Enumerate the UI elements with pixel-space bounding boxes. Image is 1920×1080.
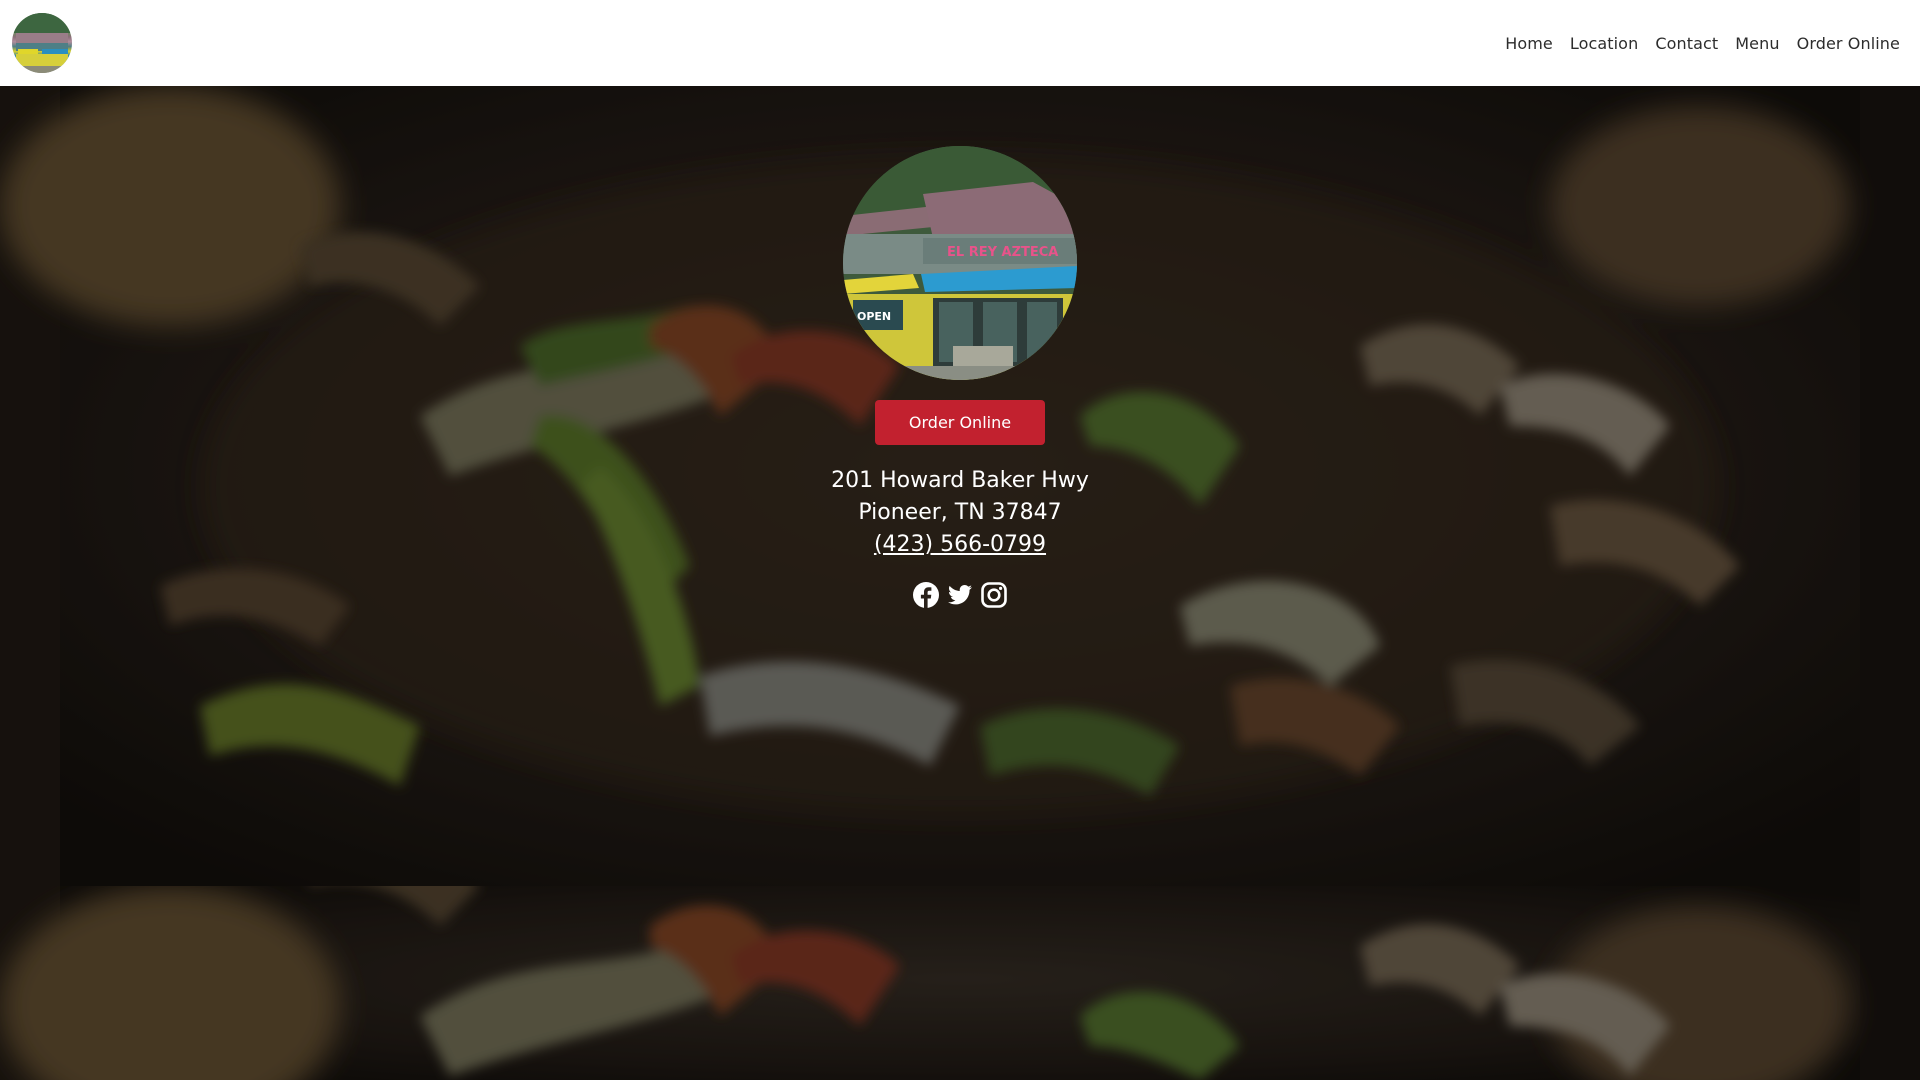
address-line-1: 201 Howard Baker Hwy [831, 468, 1089, 493]
address-line-2: Pioneer, TN 37847 [858, 500, 1062, 525]
phone-link[interactable]: (423) 566-0799 [874, 529, 1046, 561]
storefront-photo: EL REY AZTECA OPEN [843, 146, 1077, 380]
fajita-background-image-lower [0, 886, 1920, 1080]
nav-order-online[interactable]: Order Online [1797, 34, 1900, 53]
restaurant-logo[interactable] [12, 13, 72, 73]
facebook-icon[interactable] [912, 581, 940, 609]
social-links [912, 581, 1008, 609]
nav-contact[interactable]: Contact [1655, 34, 1718, 53]
nav-menu[interactable]: Menu [1735, 34, 1779, 53]
twitter-icon[interactable] [946, 581, 974, 609]
order-online-button[interactable]: Order Online [875, 400, 1045, 445]
nav-links: Home Location Contact Menu Order Online [1505, 34, 1908, 53]
lower-section [0, 886, 1920, 1080]
navbar: Home Location Contact Menu Order Online [0, 0, 1920, 86]
storefront-sign-text: EL REY AZTECA [947, 245, 1058, 260]
nav-home[interactable]: Home [1505, 34, 1553, 53]
hero-section: EL REY AZTECA OPEN Order Online 201 Howa… [0, 86, 1920, 886]
instagram-icon[interactable] [980, 581, 1008, 609]
storefront-open-text: OPEN [857, 310, 891, 323]
nav-location[interactable]: Location [1570, 34, 1638, 53]
hero-content: EL REY AZTECA OPEN Order Online 201 Howa… [0, 86, 1920, 886]
